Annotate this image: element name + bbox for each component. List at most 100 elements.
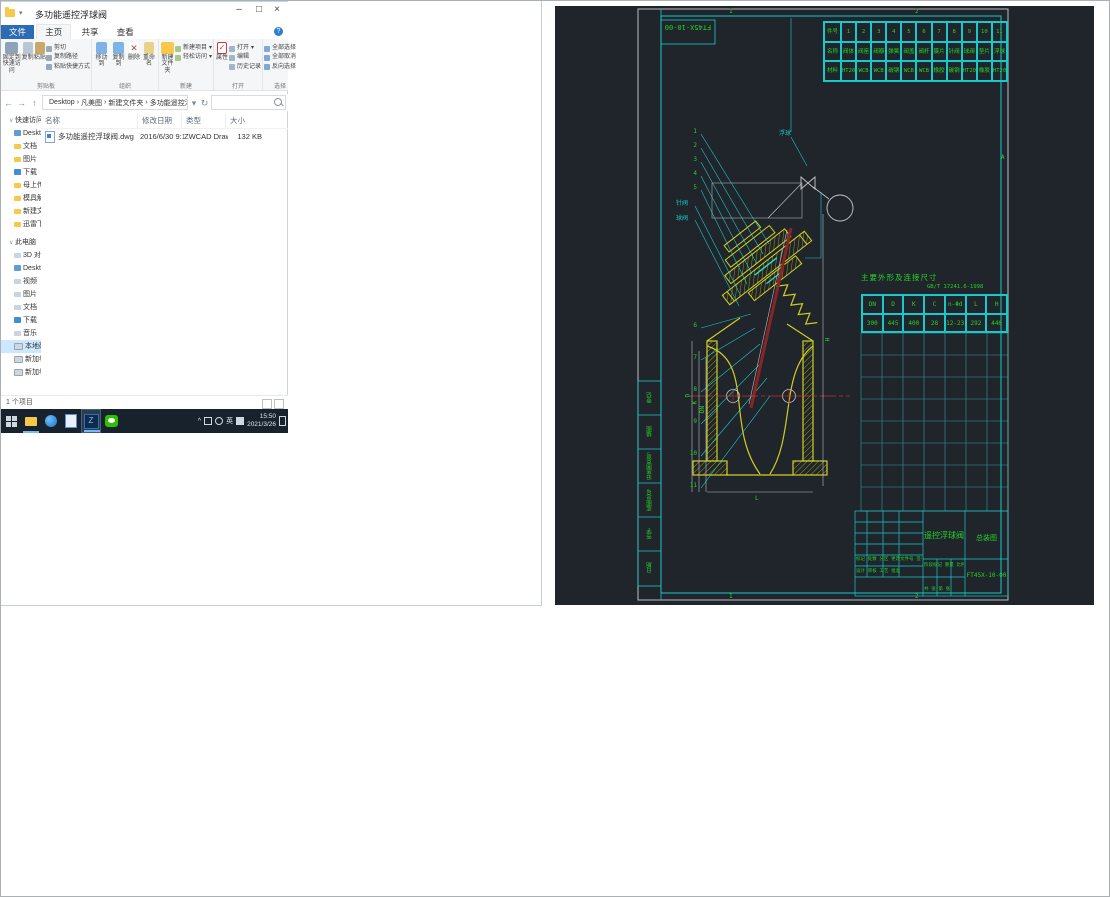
breadcrumb-item[interactable]: 凡美图 bbox=[81, 98, 102, 108]
sidebar-item-pictures[interactable]: 图片 bbox=[1, 288, 41, 301]
dim-table-standard: GB/T 17241.6-1998 bbox=[927, 284, 984, 290]
start-button[interactable] bbox=[1, 409, 21, 433]
ribbon-group-new: 新建文件夹 新建项目 ▾ 轻松访问 ▾ 新建 bbox=[159, 39, 214, 90]
cad-drawing-panel: FT45X-10-00 1 2 1 2 A #cad [data-name="c… bbox=[555, 6, 1094, 605]
refresh-icon[interactable]: ↻ bbox=[200, 97, 209, 109]
forward-button[interactable]: → bbox=[16, 97, 27, 109]
sidebar-item-3d-objects[interactable]: 3D 对象 bbox=[1, 249, 41, 262]
paste-shortcut-button[interactable]: 粘贴快捷方式 bbox=[45, 63, 90, 72]
clock[interactable]: 15:50 2021/3/26 bbox=[247, 413, 276, 429]
tab-file[interactable]: 文件 bbox=[1, 25, 35, 40]
new-item-button[interactable]: 新建项目 ▾ bbox=[174, 44, 212, 53]
quick-access-toolbar-chevron-icon[interactable]: ▾ bbox=[19, 9, 23, 17]
column-header-date[interactable]: 修改日期 bbox=[138, 114, 182, 128]
action-center-icon[interactable] bbox=[279, 416, 286, 426]
breadcrumb-item[interactable]: 多功能遥控浮球阀 bbox=[150, 98, 187, 108]
sidebar-item-new-volume-d[interactable]: 新加卷 (D:) bbox=[1, 353, 41, 366]
breadcrumb[interactable]: Desktop › 凡美图 › 新建文件夹 › 多功能遥控浮球阀 bbox=[42, 95, 188, 110]
address-dropdown-icon[interactable]: ▾ bbox=[190, 97, 198, 109]
volume-icon[interactable] bbox=[215, 417, 224, 425]
status-bar: 1 个项目 bbox=[1, 395, 288, 409]
file-row[interactable]: 多功能遥控浮球阀.dwg 2016/6/30 9:18 ZWCAD Drawin… bbox=[41, 129, 288, 144]
taskbar-document-app-button[interactable] bbox=[61, 409, 81, 433]
list-view-icon[interactable] bbox=[262, 399, 272, 409]
sidebar-item-desktop-pinned[interactable]: Desktop bbox=[1, 127, 41, 140]
taskbar-zwcad-button[interactable]: Z bbox=[81, 409, 101, 433]
minimize-button[interactable]: – bbox=[230, 2, 248, 20]
ime-indicator[interactable]: 英 bbox=[226, 416, 233, 426]
copy-path-button[interactable]: 复制路径 bbox=[45, 53, 90, 62]
copy-button[interactable]: 复制 bbox=[22, 41, 34, 61]
margin-label: 底图总号 bbox=[647, 489, 653, 511]
new-folder-button[interactable]: 新建文件夹 bbox=[160, 41, 175, 74]
sidebar-item-documents-pinned[interactable]: 文档 bbox=[1, 140, 41, 153]
sidebar-item-documents[interactable]: 文档 bbox=[1, 301, 41, 314]
callout-number: 6 bbox=[693, 322, 697, 329]
title-block-labels-left: 标记 处数 分区 更改文件号 签名 日期 bbox=[856, 557, 922, 562]
easy-access-icon bbox=[174, 54, 181, 61]
easy-access-button[interactable]: 轻松访问 ▾ bbox=[174, 53, 212, 62]
help-icon[interactable]: ? bbox=[274, 27, 283, 36]
zone-letter-side: A bbox=[1001, 154, 1005, 161]
sidebar-item-quick-access[interactable]: ∨ 快速访问 bbox=[1, 114, 41, 127]
tab-home[interactable]: 主页 bbox=[36, 24, 72, 39]
thumbnail-view-icon[interactable] bbox=[274, 399, 284, 409]
sidebar-item-music[interactable]: 音乐 bbox=[1, 327, 41, 340]
back-button[interactable]: ← bbox=[3, 97, 14, 109]
up-button[interactable]: ↑ bbox=[29, 97, 40, 109]
properties-button[interactable]: ✓ 属性 bbox=[215, 41, 229, 61]
paste-button[interactable]: 粘贴 bbox=[34, 41, 46, 61]
select-none-button[interactable]: 全部取消 bbox=[264, 53, 296, 62]
close-button[interactable]: × bbox=[268, 2, 286, 20]
tray-grid-icon[interactable] bbox=[236, 417, 245, 425]
delete-button[interactable]: ✕ 删除 bbox=[127, 41, 141, 61]
zone-number-top: 1 bbox=[729, 8, 733, 15]
corner-drawing-number: FT45X-10-00 bbox=[664, 23, 712, 31]
left-panel: ▾ 多功能遥控浮球阀 – □ × 文件 主页 共享 查看 ? 固定到快速访问 复… bbox=[1, 1, 542, 606]
move-to-button[interactable]: 移动到 bbox=[93, 41, 110, 68]
file-date: 2016/6/30 9:18 bbox=[140, 132, 184, 141]
tray-window-icon[interactable] bbox=[204, 417, 213, 425]
sidebar-item-downloads[interactable]: 下载 bbox=[1, 314, 41, 327]
copy-to-button[interactable]: 复制到 bbox=[110, 41, 127, 68]
dimension-table: DN D K Cn-Φd L H 300 445 400 28 12-23 292 440 bbox=[861, 294, 1008, 333]
taskbar: Z ^ 英 15:50 2021/3/26 bbox=[1, 409, 288, 433]
sidebar-item-downloads-pinned[interactable]: 下载 bbox=[1, 166, 41, 179]
history-button[interactable]: 历史记录 bbox=[228, 63, 261, 72]
column-header-size[interactable]: 大小 bbox=[226, 114, 264, 128]
sidebar-item-this-pc[interactable]: ∨ 此电脑 bbox=[1, 236, 41, 249]
navigation-pane: ∨快速访问 Desktop 文档 图片 下载 母上传文件 模具解压资料 新建文件… bbox=[1, 114, 41, 394]
zone-number-bottom: 2 bbox=[915, 593, 919, 600]
tab-share[interactable]: 共享 bbox=[74, 25, 107, 40]
taskbar-browser-button[interactable] bbox=[41, 409, 61, 433]
column-header-name[interactable]: 名称 bbox=[41, 114, 138, 128]
open-button[interactable]: 打开 ▾ bbox=[228, 44, 261, 53]
sidebar-item-new-volume-e[interactable]: 新加卷 (E:) bbox=[1, 366, 41, 379]
zone-number-bottom: 1 bbox=[729, 593, 733, 600]
delete-icon: ✕ bbox=[129, 42, 139, 54]
pin-to-quick-access-button[interactable]: 固定到快速访问 bbox=[2, 41, 22, 74]
column-header-type[interactable]: 类型 bbox=[182, 114, 226, 128]
search-input[interactable] bbox=[211, 95, 286, 110]
tab-view[interactable]: 查看 bbox=[109, 25, 142, 40]
sidebar-item-pictures-pinned[interactable]: 图片 bbox=[1, 153, 41, 166]
taskbar-wechat-button[interactable] bbox=[101, 409, 121, 433]
sidebar-item-desktop[interactable]: Desktop bbox=[1, 262, 41, 275]
sidebar-item-folder[interactable]: 迅雷下载 bbox=[1, 218, 41, 231]
sidebar-item-folder[interactable]: 模具解压资料 bbox=[1, 192, 41, 205]
maximize-button[interactable]: □ bbox=[250, 2, 268, 20]
title-block-labels-scale: 阶段标记 重量 比例 bbox=[924, 563, 964, 568]
sidebar-item-folder[interactable]: 母上传文件 bbox=[1, 179, 41, 192]
sidebar-item-local-disk-c[interactable]: 本地磁盘 (C:) bbox=[1, 340, 41, 353]
rename-button[interactable]: 重命名 bbox=[141, 41, 157, 68]
cut-button[interactable]: 剪切 bbox=[45, 44, 90, 53]
breadcrumb-item[interactable]: 新建文件夹 bbox=[108, 98, 143, 108]
sidebar-item-folder[interactable]: 新建文件夹 bbox=[1, 205, 41, 218]
invert-selection-button[interactable]: 反向选择 bbox=[264, 63, 296, 72]
sidebar-item-videos[interactable]: 视频 bbox=[1, 275, 41, 288]
tray-chevron-icon[interactable]: ^ bbox=[198, 418, 201, 425]
edit-button[interactable]: 编辑 bbox=[228, 53, 261, 62]
taskbar-explorer-button[interactable] bbox=[21, 409, 41, 433]
breadcrumb-item[interactable]: Desktop bbox=[49, 99, 75, 106]
select-all-button[interactable]: 全部选择 bbox=[264, 44, 296, 53]
